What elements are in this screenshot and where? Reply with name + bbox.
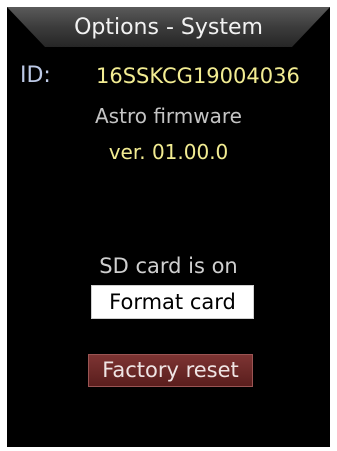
- sd-card-status: SD card is on: [99, 254, 238, 278]
- title-bar: Options - System: [7, 7, 330, 47]
- firmware-version: ver. 01.00.0: [108, 140, 229, 164]
- factory-reset-button[interactable]: Factory reset: [88, 354, 253, 387]
- page-title: Options - System: [74, 15, 263, 40]
- firmware-label: Astro firmware: [95, 104, 242, 128]
- device-id-label: ID:: [20, 63, 51, 88]
- format-card-button[interactable]: Format card: [91, 285, 254, 319]
- device-id-value: 16SSKCG19004036: [96, 64, 300, 88]
- options-system-screen: Options - System ID: 16SSKCG19004036 Ast…: [7, 7, 330, 447]
